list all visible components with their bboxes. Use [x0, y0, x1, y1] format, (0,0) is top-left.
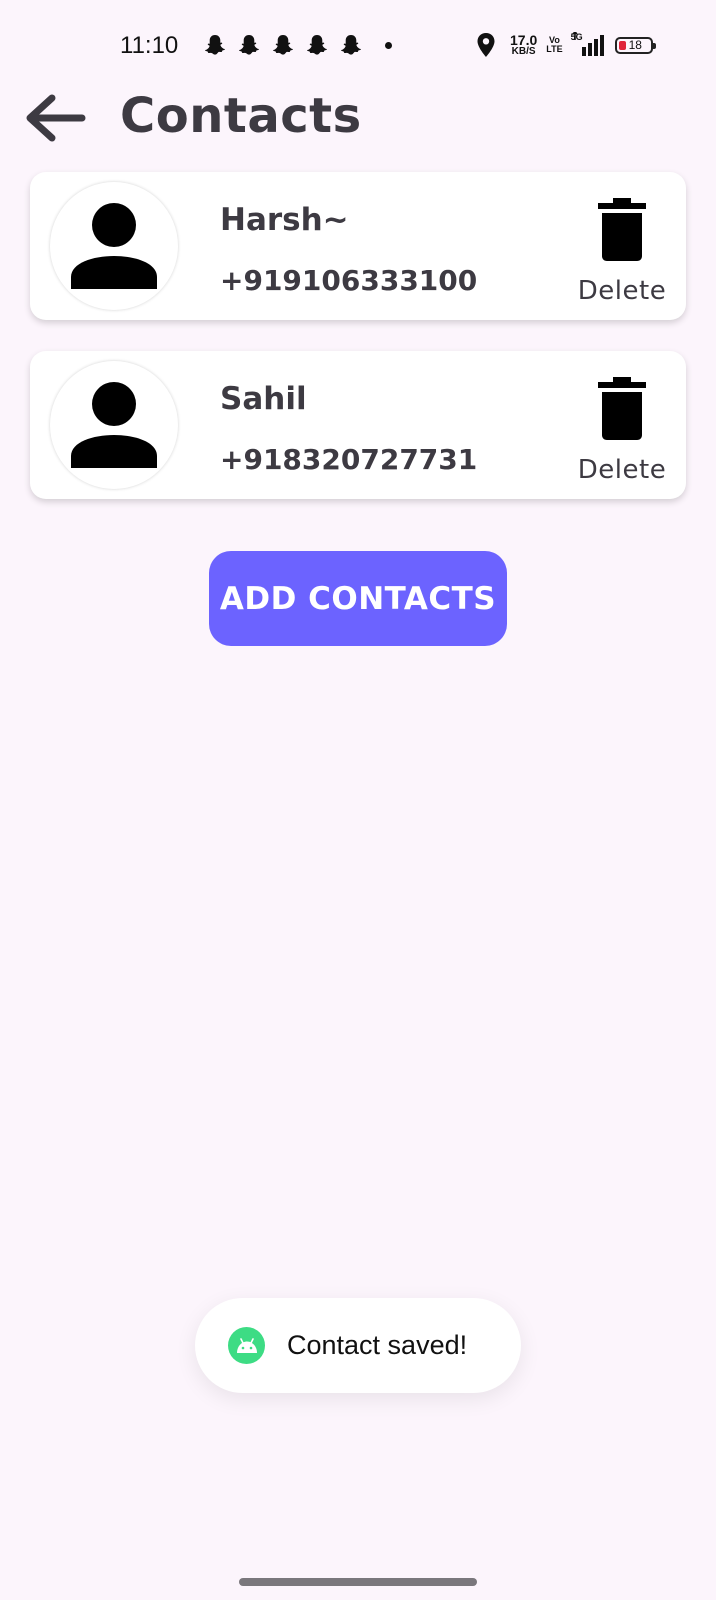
status-bar: 11:10 17.0 KB/S Vo LTE 5G 18	[0, 0, 716, 92]
contact-card[interactable]: Harsh~ +919106333100 Delete	[30, 172, 686, 320]
system-icons: 17.0 KB/S Vo LTE 5G 18	[476, 30, 656, 60]
toast-message: Contact saved!	[287, 1330, 468, 1360]
battery-fill	[618, 40, 626, 50]
snapchat-icon	[239, 35, 259, 55]
net-speed-value: 17.0	[510, 32, 538, 48]
delete-label: Delete	[577, 455, 667, 485]
status-time: 11:10	[120, 32, 179, 59]
arrow-left-icon	[26, 94, 86, 142]
avatar	[50, 182, 178, 310]
battery-icon: 18	[614, 36, 656, 54]
snapchat-icon	[341, 35, 361, 55]
delete-button[interactable]: Delete	[574, 198, 670, 314]
net-speed-unit: KB/S	[511, 46, 536, 57]
delete-button[interactable]: Delete	[574, 377, 670, 493]
volte-bottom: LTE	[546, 44, 563, 54]
contact-phone: +918320727731	[220, 443, 478, 476]
location-icon	[477, 33, 495, 57]
page-title: Contacts	[120, 88, 362, 144]
notification-icons	[203, 33, 392, 57]
contact-name: Sahil	[220, 381, 307, 417]
trash-icon	[598, 198, 646, 261]
person-icon	[71, 203, 157, 289]
add-contacts-button[interactable]: ADD CONTACTS	[209, 551, 507, 646]
trash-icon	[598, 377, 646, 440]
battery-level: 18	[628, 37, 642, 52]
toast: Contact saved!	[195, 1298, 521, 1393]
android-head-glyph	[236, 1337, 257, 1353]
android-icon	[228, 1327, 265, 1364]
contact-name: Harsh~	[220, 202, 349, 238]
person-icon	[71, 382, 157, 468]
battery-cap	[652, 42, 656, 49]
volte-indicator: Vo LTE	[546, 35, 563, 55]
contact-list: Harsh~ +919106333100 Delete Sahil +91832…	[30, 172, 686, 530]
snapchat-icon	[205, 35, 225, 55]
contact-card[interactable]: Sahil +918320727731 Delete	[30, 351, 686, 499]
snapchat-icon	[273, 35, 293, 55]
back-button[interactable]	[22, 90, 88, 146]
avatar	[50, 361, 178, 489]
net-speed: 17.0 KB/S	[510, 33, 537, 57]
signal-block: 5G	[571, 32, 605, 58]
contact-phone: +919106333100	[220, 264, 478, 297]
snapchat-icon	[307, 35, 327, 55]
home-indicator[interactable]	[239, 1578, 477, 1586]
network-type: 5G	[570, 32, 583, 42]
more-notifications-dot-icon	[385, 41, 392, 49]
delete-label: Delete	[577, 276, 667, 306]
